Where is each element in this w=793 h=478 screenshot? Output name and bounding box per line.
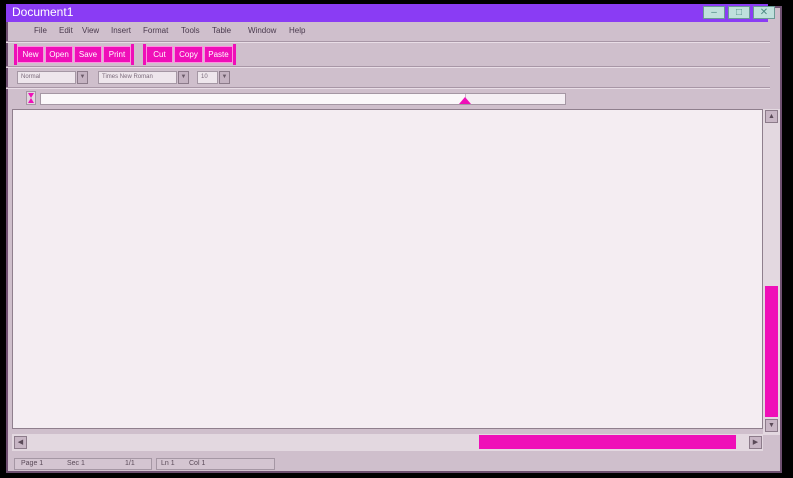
cut-button[interactable]: Cut <box>146 46 173 63</box>
copy-button[interactable]: Copy <box>174 46 203 63</box>
dropdown-arrow-icon[interactable]: ▼ <box>178 71 189 84</box>
save-button[interactable]: Save <box>74 46 102 63</box>
dropdown-arrow-icon[interactable]: ▼ <box>219 71 230 84</box>
menu-view[interactable]: View <box>82 26 99 35</box>
ruler[interactable] <box>40 93 566 105</box>
menu-help[interactable]: Help <box>289 26 305 35</box>
menu-format[interactable]: Format <box>143 26 168 35</box>
font-size-select[interactable]: 10 <box>197 71 218 84</box>
toolbar-divider <box>6 87 770 89</box>
font-select[interactable]: Times New Roman <box>98 71 177 84</box>
new-button[interactable]: New <box>17 46 44 63</box>
status-line: Ln 1 <box>161 460 175 467</box>
status-section: Sec 1 <box>67 460 85 467</box>
menu-insert[interactable]: Insert <box>111 26 131 35</box>
status-column: Col 1 <box>189 460 206 467</box>
scroll-down-arrow-icon[interactable]: ▼ <box>765 419 778 432</box>
close-button[interactable]: ✕ <box>753 6 775 19</box>
menu-tools[interactable]: Tools <box>181 26 200 35</box>
maximize-button[interactable]: □ <box>728 6 750 19</box>
status-page: Page 1 <box>21 460 44 467</box>
ruler-text-area <box>41 94 466 104</box>
dropdown-arrow-icon[interactable]: ▼ <box>77 71 88 84</box>
menu-table[interactable]: Table <box>212 26 231 35</box>
scroll-left-arrow-icon[interactable]: ◀ <box>14 436 27 449</box>
menu-window[interactable]: Window <box>248 26 276 35</box>
status-section-cursor: Ln 1 Col 1 <box>156 458 275 470</box>
print-button[interactable]: Print <box>103 46 131 63</box>
status-section-page: Page 1 Sec 1 1/1 <box>14 458 152 470</box>
paste-button[interactable]: Paste <box>204 46 233 63</box>
scroll-right-arrow-icon[interactable]: ▶ <box>749 436 762 449</box>
style-select[interactable]: Normal <box>17 71 76 84</box>
tab-stop-selector[interactable] <box>26 91 36 105</box>
toolbar-divider <box>6 66 770 68</box>
scroll-up-arrow-icon[interactable]: ▲ <box>765 110 778 123</box>
title-bar[interactable]: Document1 – □ ✕ <box>6 4 775 22</box>
toolbar-group-edge <box>131 44 134 65</box>
open-button[interactable]: Open <box>45 46 73 63</box>
toolbar-divider <box>6 41 770 43</box>
window-title: Document1 <box>12 5 74 19</box>
menu-file[interactable]: File <box>34 26 47 35</box>
minimize-button[interactable]: – <box>703 6 725 19</box>
vertical-scroll-thumb[interactable] <box>765 286 778 417</box>
menu-edit[interactable]: Edit <box>59 26 73 35</box>
tab-stop-icon <box>28 93 34 103</box>
right-indent-marker[interactable] <box>459 97 471 104</box>
toolbar-group-edge <box>233 44 236 65</box>
status-page-count: 1/1 <box>125 460 135 467</box>
document-page[interactable] <box>12 109 763 429</box>
horizontal-scroll-thumb[interactable] <box>479 435 736 449</box>
